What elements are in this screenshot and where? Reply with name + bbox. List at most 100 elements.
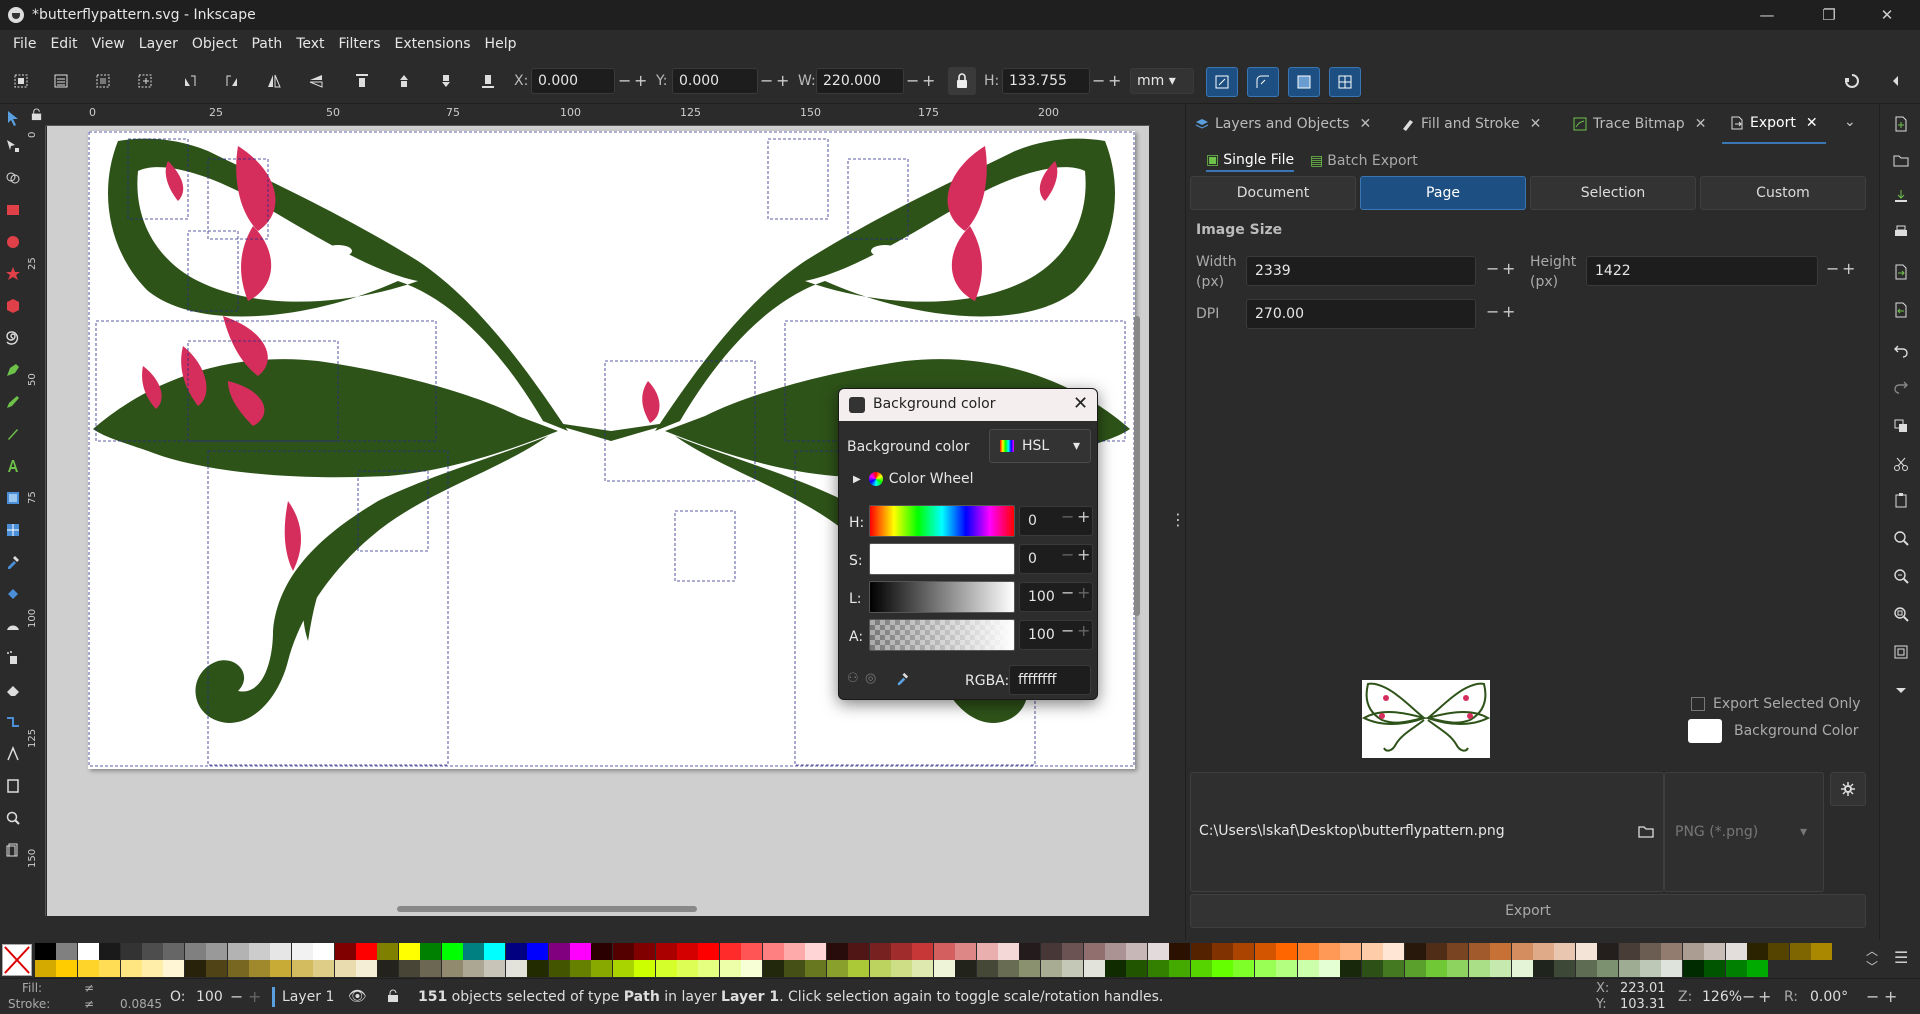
color-swatch[interactable] xyxy=(719,943,741,960)
color-swatch[interactable] xyxy=(784,943,805,960)
shape-builder-icon[interactable] xyxy=(3,168,23,188)
tab-fill-and-stroke[interactable]: Fill and Stroke ✕ xyxy=(1393,104,1549,144)
h-plus-button[interactable]: + xyxy=(1108,71,1121,90)
color-swatch[interactable] xyxy=(1083,943,1105,960)
snap-toggle-icon[interactable] xyxy=(1838,67,1866,95)
color-swatch[interactable] xyxy=(1618,943,1640,960)
color-swatch[interactable] xyxy=(698,943,720,960)
color-swatch[interactable] xyxy=(1105,943,1126,960)
checkbox-box[interactable] xyxy=(1691,697,1705,711)
tweak-tool-icon[interactable] xyxy=(3,616,23,636)
w-input[interactable]: 220.000 xyxy=(816,68,904,94)
color-swatch[interactable] xyxy=(1147,943,1169,960)
color-swatch[interactable] xyxy=(1404,960,1426,977)
export-settings-button[interactable] xyxy=(1830,772,1866,806)
color-swatch[interactable] xyxy=(869,960,891,977)
color-swatch[interactable] xyxy=(677,943,698,960)
menu-layer[interactable]: Layer xyxy=(132,36,185,52)
color-swatch[interactable] xyxy=(1747,960,1768,977)
color-swatch[interactable] xyxy=(527,943,549,960)
color-swatch[interactable] xyxy=(334,943,356,960)
color-mode-select[interactable]: HSL ▾ xyxy=(989,429,1091,463)
text-tool-icon[interactable] xyxy=(3,456,23,476)
menu-help[interactable]: Help xyxy=(478,36,524,52)
color-swatch[interactable] xyxy=(1618,960,1640,977)
color-swatch[interactable] xyxy=(976,960,998,977)
color-swatch[interactable] xyxy=(1019,960,1041,977)
color-swatch[interactable] xyxy=(291,943,313,960)
filename-text[interactable]: C:\Users\lskaf\Desktop\butterflypattern.… xyxy=(1199,823,1505,839)
color-swatch[interactable] xyxy=(249,960,270,977)
color-swatch[interactable] xyxy=(1297,943,1319,960)
raise-to-top-icon[interactable] xyxy=(348,67,376,95)
collapse-panel-icon[interactable] xyxy=(1882,67,1910,95)
opacity-input[interactable]: 100 xyxy=(196,989,223,1005)
color-swatch[interactable] xyxy=(1062,960,1084,977)
close-icon[interactable]: ✕ xyxy=(1530,116,1542,132)
menu-file[interactable]: File xyxy=(6,36,43,52)
color-swatch[interactable] xyxy=(741,960,763,977)
color-swatch[interactable] xyxy=(826,960,848,977)
close-icon[interactable]: ✕ xyxy=(1695,116,1707,132)
color-swatch[interactable] xyxy=(1811,943,1833,960)
mesh-tool-icon[interactable] xyxy=(3,520,23,540)
scale-stroke-button[interactable] xyxy=(1206,67,1238,97)
unit-select[interactable]: mm ▾ xyxy=(1130,68,1194,94)
color-swatch[interactable] xyxy=(184,960,206,977)
y-minus-button[interactable]: − xyxy=(760,71,773,90)
color-swatch[interactable] xyxy=(1640,960,1661,977)
zoom-input[interactable]: 126% xyxy=(1702,989,1742,1005)
color-swatch[interactable] xyxy=(1169,960,1191,977)
opacity-plus-button[interactable]: + xyxy=(248,987,261,1006)
color-swatch[interactable] xyxy=(35,943,56,960)
color-swatch[interactable] xyxy=(1126,943,1148,960)
zoom-plus-button[interactable]: + xyxy=(1758,987,1771,1006)
color-swatch[interactable] xyxy=(1725,943,1747,960)
pen-tool-icon[interactable] xyxy=(3,360,23,380)
color-swatch[interactable] xyxy=(206,943,228,960)
color-swatch[interactable] xyxy=(505,943,527,960)
area-custom-button[interactable]: Custom xyxy=(1700,176,1866,210)
raise-icon[interactable] xyxy=(390,67,418,95)
filename-box[interactable]: C:\Users\lskaf\Desktop\butterflypattern.… xyxy=(1190,772,1664,892)
color-swatch[interactable] xyxy=(313,960,335,977)
color-swatch[interactable] xyxy=(848,960,870,977)
color-swatch[interactable] xyxy=(1554,960,1576,977)
color-swatch[interactable] xyxy=(334,960,356,977)
open-document-icon[interactable] xyxy=(1891,150,1911,170)
rotate-ccw-icon[interactable] xyxy=(176,67,204,95)
tab-layers-and-objects[interactable]: Layers and Objects ✕ xyxy=(1187,104,1379,144)
import-icon[interactable] xyxy=(1891,262,1911,282)
color-swatch[interactable] xyxy=(1661,943,1683,960)
color-swatch[interactable] xyxy=(249,943,270,960)
close-icon[interactable]: ✕ xyxy=(1359,116,1371,132)
color-swatch[interactable] xyxy=(505,960,527,977)
color-swatch[interactable] xyxy=(1276,943,1298,960)
color-swatch[interactable] xyxy=(291,960,313,977)
color-swatch[interactable] xyxy=(1040,960,1062,977)
pencil-tool-icon[interactable] xyxy=(3,392,23,412)
color-swatch[interactable] xyxy=(548,943,570,960)
hue-slider[interactable] xyxy=(869,505,1015,537)
hue-plus-button[interactable]: + xyxy=(1077,507,1090,526)
color-swatch[interactable] xyxy=(56,960,78,977)
unlock-icon[interactable] xyxy=(386,989,400,1003)
alpha-slider[interactable] xyxy=(869,619,1015,651)
color-swatch[interactable] xyxy=(1105,960,1126,977)
color-swatch[interactable] xyxy=(377,943,399,960)
color-swatch[interactable] xyxy=(848,943,870,960)
color-swatch[interactable] xyxy=(99,960,121,977)
paint-bucket-tool-icon[interactable] xyxy=(3,584,23,604)
color-swatch[interactable] xyxy=(1789,943,1811,960)
out-of-gamut-icon[interactable]: ◎ xyxy=(865,671,876,686)
zoom-page-icon[interactable] xyxy=(1891,604,1911,624)
color-swatch[interactable] xyxy=(163,960,185,977)
color-swatch[interactable] xyxy=(869,943,891,960)
color-swatch[interactable] xyxy=(227,960,249,977)
color-swatch[interactable] xyxy=(805,943,827,960)
color-swatch[interactable] xyxy=(1682,960,1704,977)
zoom-drawing-icon[interactable] xyxy=(1891,566,1911,586)
lpe-tool-icon[interactable] xyxy=(3,744,23,764)
color-swatch[interactable] xyxy=(1747,943,1768,960)
current-layer-label[interactable]: Layer 1 xyxy=(282,989,334,1005)
